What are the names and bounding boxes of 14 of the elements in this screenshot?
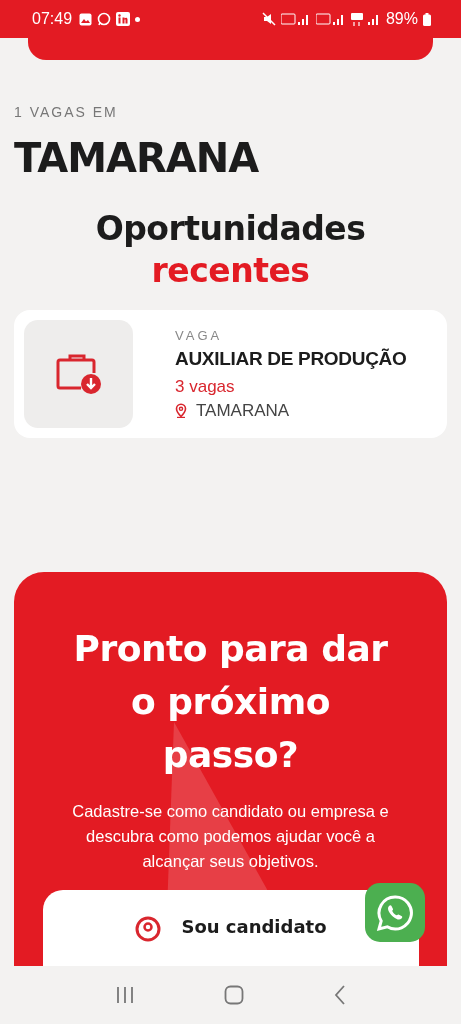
job-card[interactable]: VAGA AUXILIAR DE PRODUÇÃO 3 vagas TAMARANA xyxy=(14,310,447,438)
option-label: Sou candidato xyxy=(181,916,327,937)
city-title: TAMARANA xyxy=(14,134,260,182)
job-type-label: VAGA xyxy=(175,327,224,343)
openings-count: 3 vagas xyxy=(175,376,236,397)
status-time: 07:49 xyxy=(32,10,73,28)
cta-description: Cadastre-se como candidato ou empresa e descubra como podemos ajudar você a alcançar seus objetivos. xyxy=(71,801,390,872)
section-heading: Oportunidades xyxy=(94,208,367,250)
job-location: TAMARANA xyxy=(196,400,290,421)
section-heading-accent: recentes xyxy=(150,250,311,292)
results-count: 1 VAGAS EM xyxy=(14,104,119,120)
job-title: AUXILIAR DE PRODUÇÃO xyxy=(175,347,407,370)
battery-level: 89% xyxy=(385,10,418,28)
cta-heading: Pronto para dar o próximo passo? xyxy=(72,627,389,777)
